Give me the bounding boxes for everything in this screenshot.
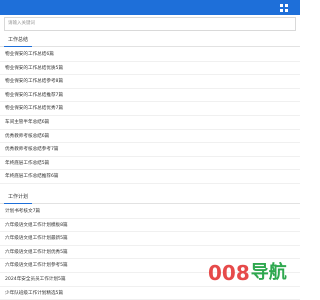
grid-menu-icon[interactable] — [280, 4, 288, 12]
list-item[interactable]: 年终底层工作总结5篇 — [0, 157, 300, 171]
section-header-work-plan: 工作计划 — [0, 192, 300, 204]
list-item[interactable]: 物业保安的工作总结优秀7篇 — [0, 102, 300, 116]
list-item[interactable]: 物业保安的工作总结推荐7篇 — [0, 89, 300, 103]
section-title[interactable]: 工作总结 — [4, 35, 33, 47]
list-item[interactable]: 车间主管半年总结6篇 — [0, 116, 300, 130]
list-item[interactable]: 少年队班级工作计划精选5篇 — [0, 287, 300, 300]
list-item[interactable]: 物业保安的工作总结6篇 — [0, 48, 300, 62]
search-input[interactable]: 请输入关键词 — [4, 17, 296, 31]
list-item[interactable]: 六年级语文组工作计划最新5篇 — [0, 232, 300, 246]
list-item[interactable]: 计划书考核文7篇 — [0, 205, 300, 219]
list-item[interactable]: 物业保安的工作总结优质5篇 — [0, 62, 300, 76]
list-item[interactable]: 优秀教师考核总结6篇 — [0, 130, 300, 144]
list-item[interactable]: 六年级语文组工作计划模板8篇 — [0, 219, 300, 233]
list-item[interactable]: 年终底层工作总结推荐6篇 — [0, 170, 300, 184]
watermark-number: 008 — [208, 261, 250, 285]
work-summary-list: 物业保安的工作总结6篇 物业保安的工作总结优质5篇 物业保安的工作总结参考8篇 … — [0, 48, 300, 184]
section-title[interactable]: 工作计划 — [4, 192, 33, 204]
section-header-work-summary: 工作总结 — [0, 35, 300, 47]
watermark-logo: 008 导航 — [208, 260, 288, 286]
watermark-text: 导航 — [250, 262, 287, 283]
list-item[interactable]: 优秀教师考核总结参考7篇 — [0, 143, 300, 157]
list-item[interactable]: 六年级语文组工作计划优秀5篇 — [0, 246, 300, 260]
list-item[interactable]: 物业保安的工作总结参考8篇 — [0, 75, 300, 89]
top-navigation-bar — [0, 0, 300, 15]
